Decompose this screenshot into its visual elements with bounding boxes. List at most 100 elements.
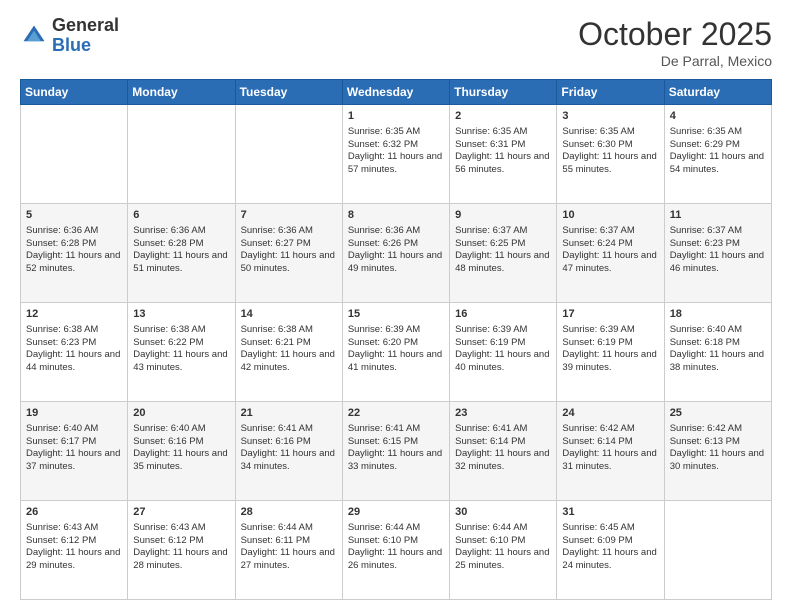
sunset-text: Sunset: 6:27 PM: [241, 238, 337, 251]
sunset-text: Sunset: 6:14 PM: [562, 436, 658, 449]
day-number: 31: [562, 505, 658, 520]
logo-general-text: General: [52, 15, 119, 35]
calendar-header-row: SundayMondayTuesdayWednesdayThursdayFrid…: [21, 80, 772, 105]
day-number: 4: [670, 109, 766, 124]
daylight-text: Daylight: 11 hours and 38 minutes.: [670, 349, 766, 375]
col-header-thursday: Thursday: [450, 80, 557, 105]
sunrise-text: Sunrise: 6:45 AM: [562, 522, 658, 535]
sunrise-text: Sunrise: 6:36 AM: [241, 225, 337, 238]
sunset-text: Sunset: 6:20 PM: [348, 337, 444, 350]
sunrise-text: Sunrise: 6:36 AM: [133, 225, 229, 238]
calendar-cell: 19Sunrise: 6:40 AMSunset: 6:17 PMDayligh…: [21, 402, 128, 501]
daylight-text: Daylight: 11 hours and 48 minutes.: [455, 250, 551, 276]
calendar-cell: 15Sunrise: 6:39 AMSunset: 6:20 PMDayligh…: [342, 303, 449, 402]
calendar-cell: 6Sunrise: 6:36 AMSunset: 6:28 PMDaylight…: [128, 204, 235, 303]
sunset-text: Sunset: 6:31 PM: [455, 139, 551, 152]
calendar-table: SundayMondayTuesdayWednesdayThursdayFrid…: [20, 79, 772, 600]
calendar-cell: 12Sunrise: 6:38 AMSunset: 6:23 PMDayligh…: [21, 303, 128, 402]
header: General Blue October 2025 De Parral, Mex…: [20, 16, 772, 69]
day-number: 11: [670, 208, 766, 223]
calendar-cell: [21, 105, 128, 204]
sunrise-text: Sunrise: 6:41 AM: [455, 423, 551, 436]
daylight-text: Daylight: 11 hours and 27 minutes.: [241, 547, 337, 573]
daylight-text: Daylight: 11 hours and 52 minutes.: [26, 250, 122, 276]
sunset-text: Sunset: 6:26 PM: [348, 238, 444, 251]
month-title: October 2025: [578, 16, 772, 53]
day-number: 12: [26, 307, 122, 322]
day-number: 8: [348, 208, 444, 223]
daylight-text: Daylight: 11 hours and 32 minutes.: [455, 448, 551, 474]
calendar-week-5: 26Sunrise: 6:43 AMSunset: 6:12 PMDayligh…: [21, 501, 772, 600]
sunset-text: Sunset: 6:09 PM: [562, 535, 658, 548]
col-header-tuesday: Tuesday: [235, 80, 342, 105]
sunset-text: Sunset: 6:14 PM: [455, 436, 551, 449]
col-header-sunday: Sunday: [21, 80, 128, 105]
daylight-text: Daylight: 11 hours and 57 minutes.: [348, 151, 444, 177]
day-number: 29: [348, 505, 444, 520]
sunrise-text: Sunrise: 6:42 AM: [562, 423, 658, 436]
day-number: 18: [670, 307, 766, 322]
day-number: 17: [562, 307, 658, 322]
daylight-text: Daylight: 11 hours and 50 minutes.: [241, 250, 337, 276]
day-number: 9: [455, 208, 551, 223]
calendar-cell: 24 Sunrise: 6:42 AMSunset: 6:14 PMDayligh…: [557, 402, 664, 501]
sunrise-text: Sunrise: 6:41 AM: [348, 423, 444, 436]
daylight-text: Daylight: 11 hours and 42 minutes.: [241, 349, 337, 375]
calendar-cell: 26Sunrise: 6:43 AMSunset: 6:12 PMDayligh…: [21, 501, 128, 600]
day-number: 15: [348, 307, 444, 322]
page: General Blue October 2025 De Parral, Mex…: [0, 0, 792, 612]
col-header-saturday: Saturday: [664, 80, 771, 105]
sunrise-text: Sunrise: 6:44 AM: [455, 522, 551, 535]
day-number: 2: [455, 109, 551, 124]
daylight-text: Daylight: 11 hours and 33 minutes.: [348, 448, 444, 474]
calendar-cell: 21Sunrise: 6:41 AMSunset: 6:16 PMDayligh…: [235, 402, 342, 501]
day-number: 19: [26, 406, 122, 421]
day-number: 7: [241, 208, 337, 223]
calendar-cell: 5Sunrise: 6:36 AMSunset: 6:28 PMDaylight…: [21, 204, 128, 303]
daylight-text: Daylight: 11 hours and 39 minutes.: [562, 349, 658, 375]
day-number: 6: [133, 208, 229, 223]
sunrise-text: Sunrise: 6:40 AM: [133, 423, 229, 436]
calendar-week-1: 1Sunrise: 6:35 AMSunset: 6:32 PMDaylight…: [21, 105, 772, 204]
calendar-cell: 2Sunrise: 6:35 AMSunset: 6:31 PMDaylight…: [450, 105, 557, 204]
col-header-wednesday: Wednesday: [342, 80, 449, 105]
logo-text: General Blue: [52, 16, 119, 56]
calendar-cell: 1Sunrise: 6:35 AMSunset: 6:32 PMDaylight…: [342, 105, 449, 204]
sunrise-text: Sunrise: 6:39 AM: [348, 324, 444, 337]
calendar-cell: 18Sunrise: 6:40 AMSunset: 6:18 PMDayligh…: [664, 303, 771, 402]
sunrise-text: Sunrise: 6:37 AM: [670, 225, 766, 238]
day-number: 23: [455, 406, 551, 421]
sunset-text: Sunset: 6:16 PM: [241, 436, 337, 449]
sunset-text: Sunset: 6:24 PM: [562, 238, 658, 251]
sunset-text: Sunset: 6:29 PM: [670, 139, 766, 152]
col-header-friday: Friday: [557, 80, 664, 105]
day-number: 25: [670, 406, 766, 421]
daylight-text: Daylight: 11 hours and 29 minutes.: [26, 547, 122, 573]
sunset-text: Sunset: 6:15 PM: [348, 436, 444, 449]
sunset-text: Sunset: 6:17 PM: [26, 436, 122, 449]
daylight-text: Daylight: 11 hours and 31 minutes.: [562, 448, 658, 474]
sunset-text: Sunset: 6:12 PM: [133, 535, 229, 548]
calendar-cell: 11Sunrise: 6:37 AMSunset: 6:23 PMDayligh…: [664, 204, 771, 303]
sunset-text: Sunset: 6:12 PM: [26, 535, 122, 548]
sunset-text: Sunset: 6:32 PM: [348, 139, 444, 152]
location: De Parral, Mexico: [578, 53, 772, 69]
sunrise-text: Sunrise: 6:35 AM: [455, 126, 551, 139]
sunset-text: Sunset: 6:16 PM: [133, 436, 229, 449]
day-number: 30: [455, 505, 551, 520]
sunrise-text: Sunrise: 6:36 AM: [348, 225, 444, 238]
calendar-cell: 20Sunrise: 6:40 AMSunset: 6:16 PMDayligh…: [128, 402, 235, 501]
daylight-text: Daylight: 11 hours and 44 minutes.: [26, 349, 122, 375]
calendar-week-2: 5Sunrise: 6:36 AMSunset: 6:28 PMDaylight…: [21, 204, 772, 303]
calendar-cell: 9Sunrise: 6:37 AMSunset: 6:25 PMDaylight…: [450, 204, 557, 303]
sunset-text: Sunset: 6:13 PM: [670, 436, 766, 449]
sunrise-text: Sunrise: 6:38 AM: [26, 324, 122, 337]
daylight-text: Daylight: 11 hours and 54 minutes.: [670, 151, 766, 177]
day-number: 24: [562, 406, 658, 421]
daylight-text: Daylight: 11 hours and 26 minutes.: [348, 547, 444, 573]
daylight-text: Daylight: 11 hours and 40 minutes.: [455, 349, 551, 375]
sunset-text: Sunset: 6:25 PM: [455, 238, 551, 251]
daylight-text: Daylight: 11 hours and 55 minutes.: [562, 151, 658, 177]
calendar-cell: 27Sunrise: 6:43 AMSunset: 6:12 PMDayligh…: [128, 501, 235, 600]
calendar-cell: 29Sunrise: 6:44 AMSunset: 6:10 PMDayligh…: [342, 501, 449, 600]
